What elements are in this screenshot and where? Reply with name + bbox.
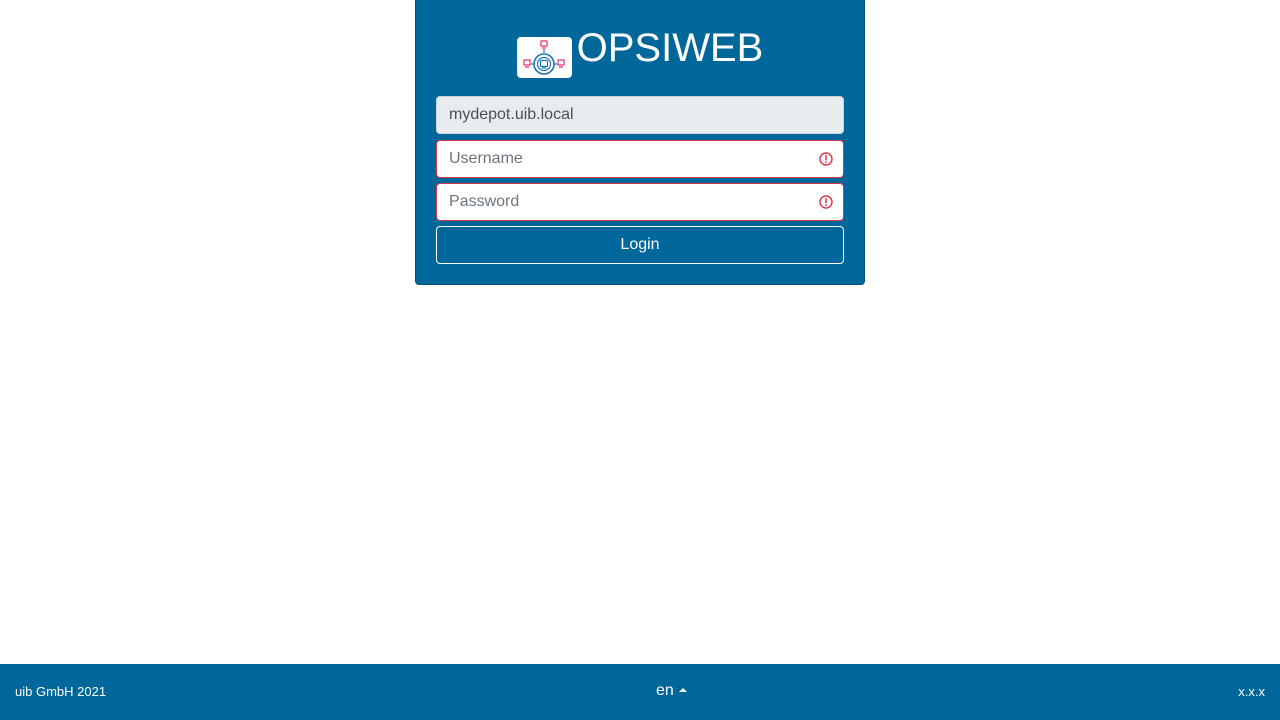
app-title: OPSIWEB [576, 26, 764, 70]
footer-copyright: uib GmbH 2021 [15, 684, 107, 699]
username-placeholder: Username [449, 150, 523, 167]
password-input[interactable]: Password [436, 183, 844, 221]
footer: uib GmbH 2021 en x.x.x [0, 664, 1280, 720]
username-input[interactable]: Username [436, 140, 844, 178]
brand-header: OPSIWEB [416, 22, 864, 78]
opsi-logo [516, 37, 572, 78]
exclamation-circle-icon [819, 195, 833, 209]
login-card: OPSIWEB mydepot.uib.local Username Passw… [415, 0, 865, 285]
language-switcher[interactable]: en [656, 682, 687, 700]
password-placeholder: Password [449, 193, 520, 210]
exclamation-circle-icon [819, 152, 833, 166]
opsi-network-logo-icon [523, 39, 565, 75]
depot-field[interactable]: mydepot.uib.local [436, 96, 844, 134]
depot-value: mydepot.uib.local [449, 106, 574, 123]
login-button[interactable]: Login [436, 226, 844, 264]
caret-up-icon [678, 688, 687, 692]
footer-version: x.x.x [1238, 684, 1265, 699]
language-label: en [656, 682, 674, 699]
